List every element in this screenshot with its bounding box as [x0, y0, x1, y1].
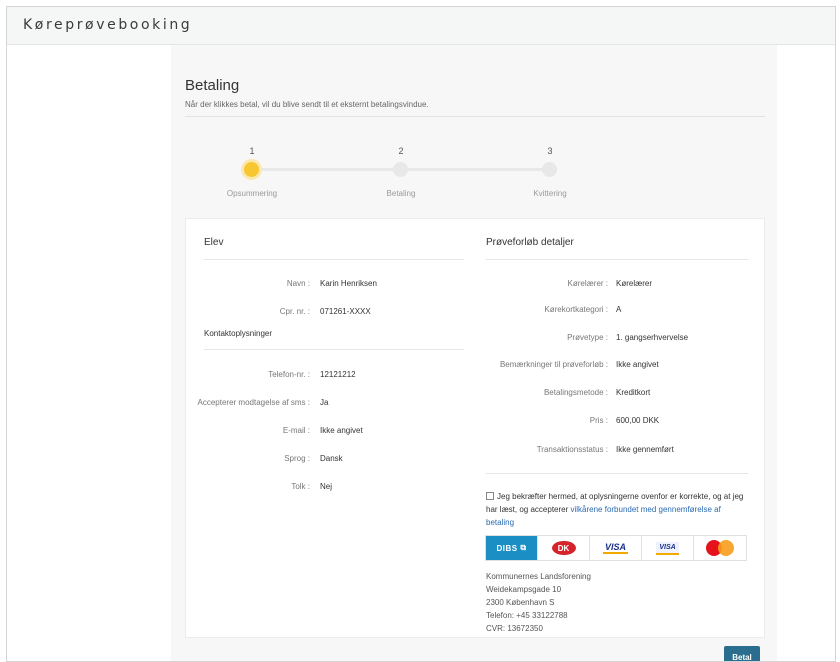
summary-card: Elev Navn : Karin Henriksen Cpr. nr. : 0…	[185, 218, 765, 638]
step-connector	[401, 168, 551, 171]
testtype-label: Prøvetype :	[567, 333, 608, 342]
category-value: A	[616, 305, 622, 314]
page-title: Betaling	[185, 77, 240, 94]
step-2-number: 2	[398, 146, 404, 156]
step-1-number: 1	[249, 146, 255, 156]
language-label: Sprog :	[284, 454, 310, 463]
contact-heading: Kontaktoplysninger	[204, 329, 273, 338]
mastercard-circles	[706, 540, 734, 556]
visa-electron-logo-icon: VISA	[642, 536, 694, 560]
sms-label: Accepterer modtagelse af sms :	[197, 398, 311, 407]
name-value: Karin Henriksen	[320, 279, 377, 288]
contact-divider	[204, 349, 464, 350]
visa-logo-icon: VISA	[590, 536, 642, 560]
paymethod-label: Betalingsmetode :	[543, 388, 608, 397]
instructor-label: Kørelærer :	[567, 279, 608, 288]
visa-electron-text: VISA	[656, 541, 679, 555]
status-label: Transaktionsstatus :	[536, 445, 608, 454]
step-1-dot	[244, 162, 259, 177]
elev-divider	[204, 259, 464, 260]
top-bar: Køreprøvebooking	[7, 7, 835, 45]
page-subtitle: Når der klikkes betal, vil du blive send…	[185, 100, 429, 109]
sms-value: Ja	[320, 398, 329, 407]
consent-text: Jeg bekræfter hermed, at oplysningerne o…	[486, 490, 748, 529]
merchant-address: Kommunernes Landsforening Weidekampsgade…	[486, 570, 591, 635]
main-content: Betaling Når der klikkes betal, vil du b…	[171, 45, 777, 661]
pay-button[interactable]: Betal	[724, 646, 760, 661]
paymethod-value: Kreditkort	[616, 388, 651, 397]
step-3-number: 3	[547, 146, 553, 156]
dibs-logo-icon: DIBS ⧉	[486, 536, 538, 560]
status-value: Ikke gennemført	[616, 445, 674, 454]
dankort-badge: DK	[551, 541, 576, 555]
testtype-value: 1. gangserhvervelse	[616, 333, 689, 342]
step-connector	[251, 168, 401, 171]
consent-divider	[486, 473, 748, 474]
email-value: Ikke angivet	[320, 426, 363, 435]
price-value: 600,00 DKK	[616, 416, 660, 425]
step-2-label: Betaling	[386, 189, 416, 198]
interpreter-label: Tolk :	[291, 482, 310, 491]
cpr-value: 071261-XXXX	[320, 307, 371, 316]
app-title: Køreprøvebooking	[23, 17, 193, 33]
payment-logos: DIBS ⧉ DK VISA VISA	[485, 535, 747, 561]
elev-title: Elev	[204, 237, 224, 248]
app-window: Køreprøvebooking Betaling Når der klikke…	[6, 6, 836, 662]
email-label: E-mail :	[282, 426, 310, 435]
address-line: Weidekampsgade 10	[486, 585, 562, 594]
cpr-label: Cpr. nr. :	[279, 307, 310, 316]
address-line: Telefon: +45 33122788	[486, 611, 568, 620]
details-divider	[486, 259, 748, 260]
details-title: Prøveforløb detaljer	[486, 237, 574, 248]
step-3-label: Kvittering	[533, 189, 567, 198]
name-label: Navn :	[286, 279, 310, 288]
remarks-label: Bemærkninger til prøveforløb :	[499, 360, 608, 369]
phone-label: Telefon-nr. :	[268, 370, 310, 379]
price-label: Pris :	[589, 416, 608, 425]
dibs-logo-text: DIBS	[496, 543, 518, 553]
header-divider	[185, 116, 765, 117]
mastercard-logo-icon	[694, 536, 746, 560]
visa-text: VISA	[602, 542, 628, 554]
step-3-dot	[542, 162, 557, 177]
category-label: Kørekortkategori :	[544, 305, 608, 314]
address-line: 2300 København S	[486, 598, 555, 607]
dankort-logo-icon: DK	[538, 536, 590, 560]
interpreter-value: Nej	[320, 482, 333, 491]
language-value: Dansk	[320, 454, 343, 463]
remarks-value: Ikke angivet	[616, 360, 659, 369]
phone-value: 12121212	[320, 370, 356, 379]
step-1-label: Opsummering	[226, 189, 278, 198]
address-line: Kommunernes Landsforening	[486, 572, 591, 581]
instructor-value: Kørelærer	[616, 279, 653, 288]
step-2-dot	[393, 162, 408, 177]
address-line: CVR: 13672350	[486, 624, 543, 633]
